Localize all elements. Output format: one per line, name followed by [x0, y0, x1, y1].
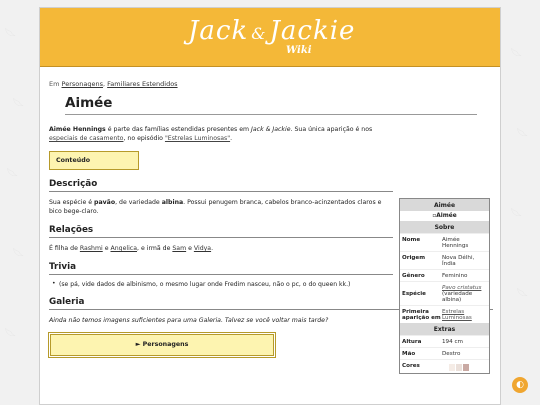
breadcrumb: Em Personagens, Familiares Estendidos [49, 80, 178, 88]
breadcrumb-link-familiares[interactable]: Familiares Estendidos [107, 80, 177, 88]
navbox-label: Personagens [142, 341, 189, 348]
color-swatch [456, 363, 462, 371]
expand-arrow-icon: ► [135, 341, 141, 348]
logo-subtitle: Wiki [286, 45, 312, 56]
feather-icon: 𓆩 [4, 325, 19, 344]
link-sam[interactable]: Sam [172, 245, 186, 252]
infobox-row: Mão Destro [400, 347, 489, 359]
feather-icon: 𓆩 [510, 45, 525, 64]
toc-box[interactable]: Conteúdo [49, 151, 139, 170]
theme-toggle-button[interactable]: ◐ [512, 377, 528, 393]
feather-icon: 𓆩 [510, 205, 525, 224]
wiki-logo[interactable]: Jack & Jackie Wiki [180, 12, 360, 62]
page-title: Aimée [65, 95, 477, 115]
navbox-personagens[interactable]: ► Personagens [48, 332, 276, 358]
infobox-row: Nome Aimée Hennings [400, 233, 489, 251]
color-swatch [463, 363, 469, 371]
link-estrelas-luminosas-infobox[interactable]: Estrelas Luminosas [442, 309, 472, 321]
galeria-paragraph: Ainda não temos imagens suficientes para… [49, 317, 329, 324]
feather-icon: 𓆩 [4, 25, 19, 44]
feather-icon: 𓆩 [12, 245, 27, 264]
link-estrelas-luminosas[interactable]: "Estrelas Luminosas" [165, 135, 230, 142]
infobox-title: Aimée [400, 199, 489, 211]
infobox-row-cores: Cores [400, 359, 489, 373]
infobox-row: Altura 194 cm [400, 335, 489, 347]
infobox: Aimée ▫Aimée Sobre Nome Aimée Hennings Or… [399, 198, 490, 374]
section-heading-descricao: Descrição [49, 179, 393, 192]
link-vidya[interactable]: Vidya [194, 245, 211, 252]
intro-paragraph: Aimée Hennings é parte das famílias este… [49, 126, 373, 142]
feather-icon: 𓆩 [12, 95, 27, 114]
descricao-paragraph: Sua espécie é pavão, de variedade albina… [49, 199, 382, 215]
feather-icon: 𓆩 [516, 125, 531, 144]
trivia-item: (se pá, vide dados de albinismo, o mesmo… [49, 280, 393, 288]
section-heading-trivia: Trivia [49, 262, 393, 275]
main-content: Em Personagens, Familiares Estendidos Ai… [40, 80, 500, 374]
logo-title: Jack & Jackie [188, 16, 356, 46]
color-swatch [449, 363, 455, 371]
infobox-image: ▫Aimée [432, 213, 457, 219]
feather-icon: 𓆩 [6, 165, 21, 184]
feather-icon: 𓆩 [516, 285, 531, 304]
section-heading-relacoes: Relações [49, 225, 393, 238]
relacoes-paragraph: É filha de Rashmi e Angelica, e irmã de … [49, 245, 214, 252]
infobox-row-especie: Espécie Pavo cristatus (variedade albina) [400, 281, 489, 305]
infobox-row: Origem Nova Délhi, Índia [400, 251, 489, 269]
color-swatch [442, 363, 448, 371]
infobox-section-sobre: Sobre [400, 221, 489, 233]
infobox-row: Gênero Feminino [400, 269, 489, 281]
infobox-section-extras: Extras [400, 323, 489, 335]
link-angelica[interactable]: Angelica [110, 245, 137, 252]
link-rashmi[interactable]: Rashmi [80, 245, 103, 252]
color-swatches [442, 363, 487, 371]
link-especiais-casamento[interactable]: especiais de casamento [49, 135, 123, 142]
wiki-page: Jack & Jackie Wiki Em Personagens, Familia… [39, 7, 501, 405]
infobox-row-primeira: Primeira aparição em Estrelas Luminosas [400, 305, 489, 323]
breadcrumb-link-personagens[interactable]: Personagens [62, 80, 103, 88]
wiki-header: Jack & Jackie Wiki [40, 8, 500, 67]
